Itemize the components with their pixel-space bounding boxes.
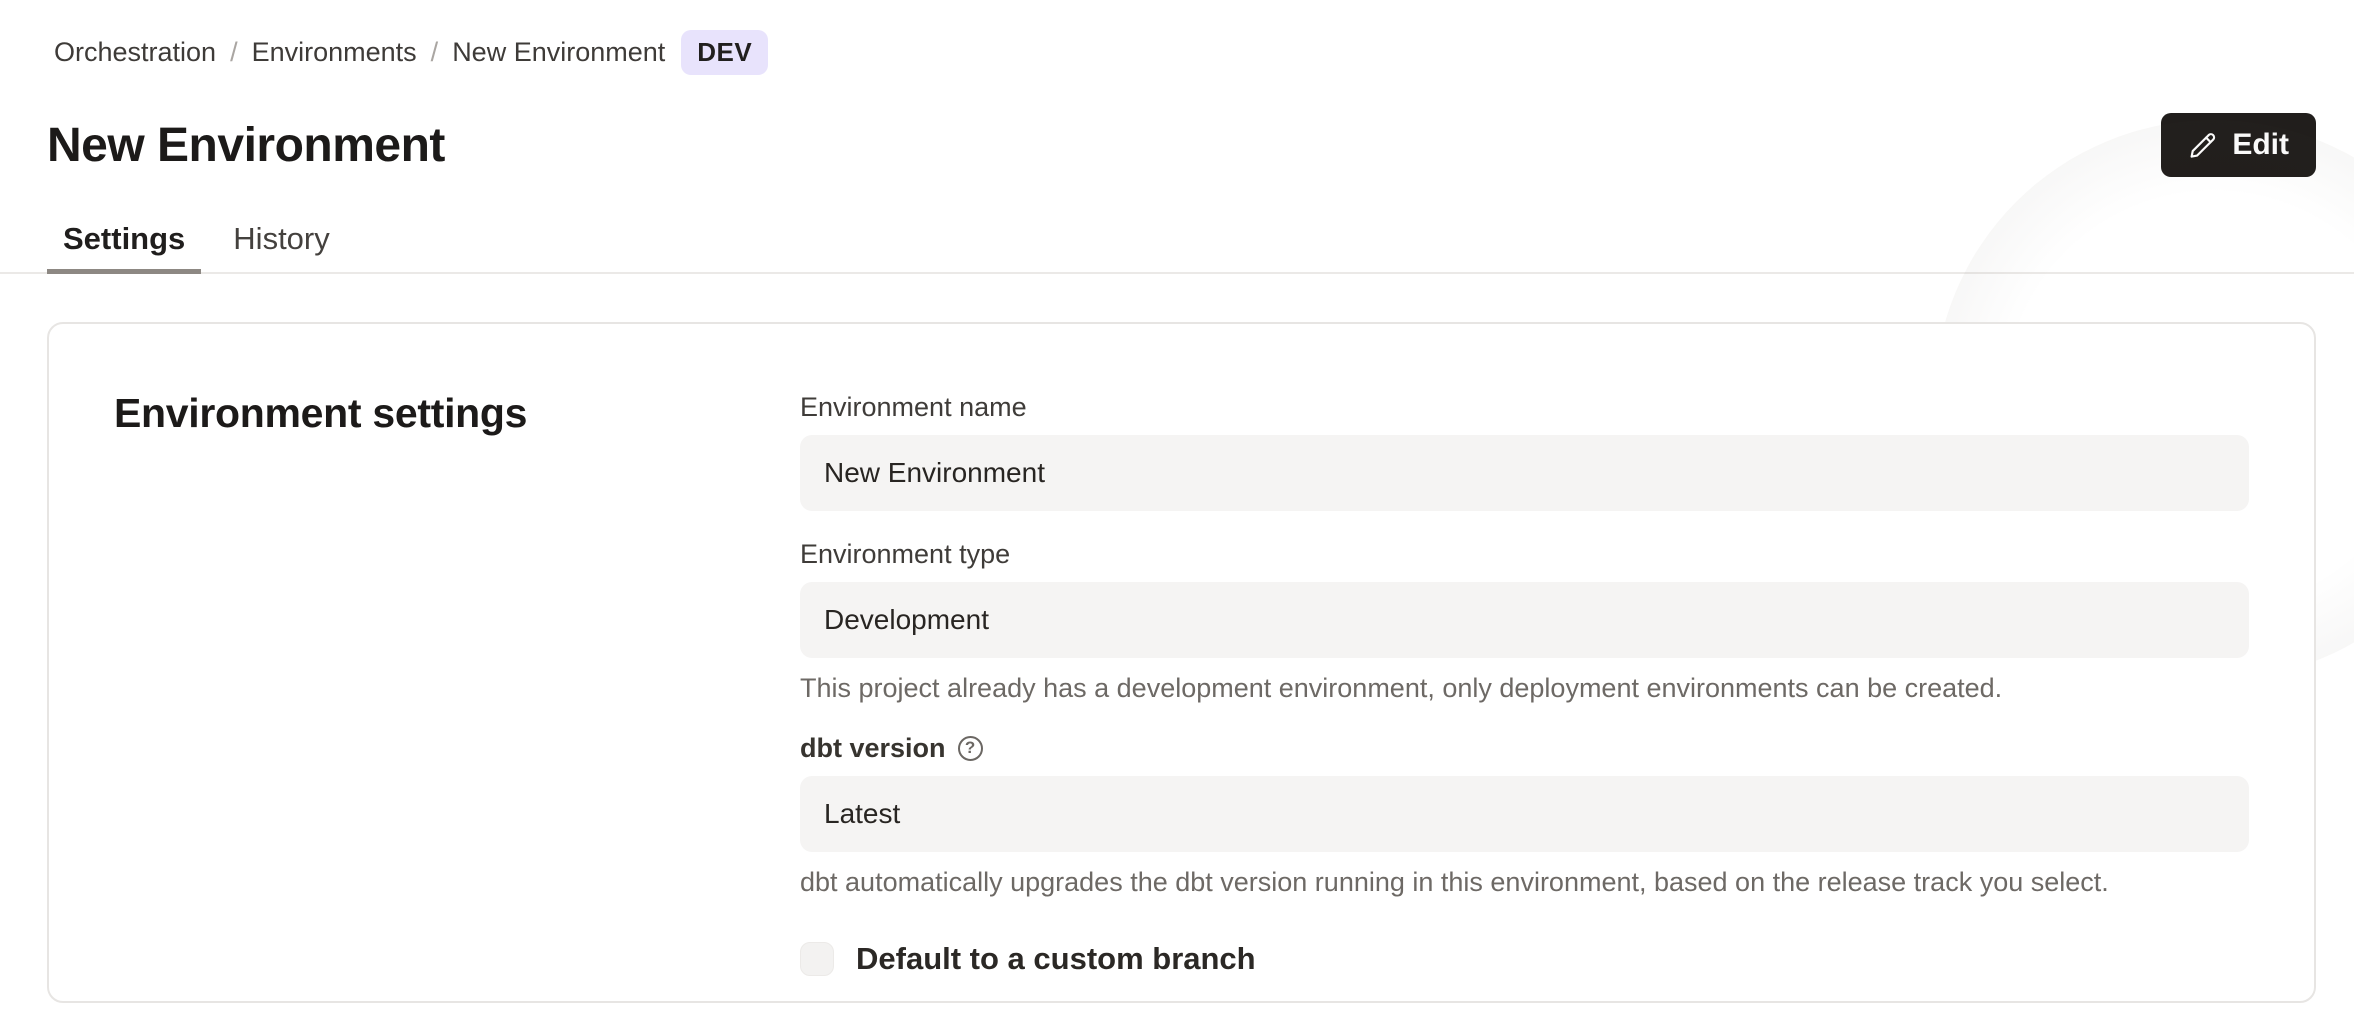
dbt-version-label-text: dbt version <box>800 731 946 765</box>
tab-history[interactable]: History <box>217 223 345 274</box>
tab-settings[interactable]: Settings <box>47 223 201 274</box>
environment-type-helper-text: This project already has a development e… <box>800 671 2249 705</box>
environment-type-label: Environment type <box>800 537 2249 571</box>
edit-button[interactable]: Edit <box>2161 113 2316 177</box>
environment-name-input[interactable] <box>800 435 2249 511</box>
page-header: New Environment Edit <box>47 113 2316 177</box>
section-title-environment-settings: Environment settings <box>114 390 800 437</box>
dbt-version-helper-text: dbt automatically upgrades the dbt versi… <box>800 865 2249 899</box>
environment-type-group: Environment type This project already ha… <box>800 537 2249 705</box>
environment-type-input[interactable] <box>800 582 2249 658</box>
custom-branch-label[interactable]: Default to a custom branch <box>856 941 1256 977</box>
tabs-bar: Settings History <box>0 223 2354 274</box>
dbt-version-group: dbt version ? dbt automatically upgrades… <box>800 731 2249 899</box>
dev-badge: DEV <box>681 30 768 75</box>
breadcrumb-item-environments[interactable]: Environments <box>252 37 417 68</box>
breadcrumb-item-orchestration[interactable]: Orchestration <box>54 37 216 68</box>
dbt-version-input[interactable] <box>800 776 2249 852</box>
dbt-version-label: dbt version ? <box>800 731 2249 765</box>
environment-name-group: Environment name <box>800 390 2249 511</box>
environment-settings-card: Environment settings Environment name En… <box>47 322 2316 1003</box>
pencil-icon <box>2188 131 2217 160</box>
edit-button-label: Edit <box>2232 128 2289 162</box>
breadcrumb-item-new-environment: New Environment <box>452 37 665 68</box>
custom-branch-row: Default to a custom branch <box>800 941 2249 977</box>
custom-branch-checkbox[interactable] <box>800 942 834 976</box>
environment-name-label: Environment name <box>800 390 2249 424</box>
breadcrumb: Orchestration / Environments / New Envir… <box>0 0 2354 75</box>
breadcrumb-separator: / <box>431 37 439 68</box>
environment-settings-form: Environment name Environment type This p… <box>800 390 2249 967</box>
page-title: New Environment <box>47 118 445 173</box>
help-icon[interactable]: ? <box>958 736 983 761</box>
card-left-column: Environment settings <box>114 390 800 967</box>
page: Orchestration / Environments / New Envir… <box>0 0 2354 1020</box>
breadcrumb-separator: / <box>230 37 238 68</box>
